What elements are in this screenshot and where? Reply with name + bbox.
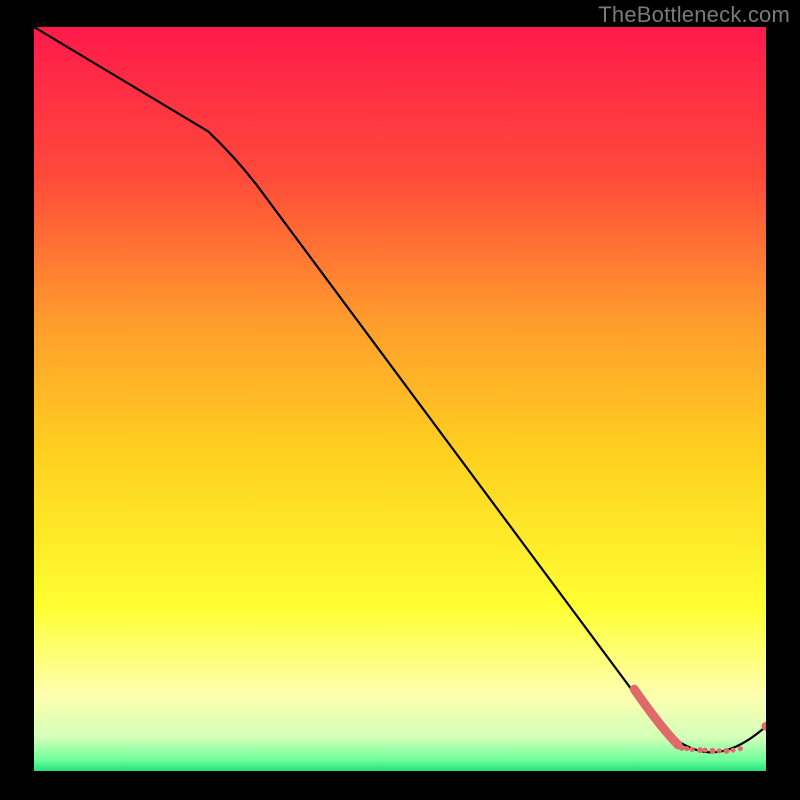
marker-dot	[703, 748, 708, 753]
marker-dot	[731, 748, 736, 753]
chart-svg	[34, 27, 766, 771]
marker-dot	[723, 748, 729, 754]
plot-area	[34, 27, 766, 771]
gradient-background	[34, 27, 766, 771]
marker-dot	[710, 748, 716, 754]
chart-frame: TheBottleneck.com	[0, 0, 800, 800]
marker-dot	[738, 746, 743, 751]
marker-dot	[679, 745, 685, 751]
marker-dot	[697, 747, 703, 753]
marker-dot	[690, 747, 695, 752]
marker-dot	[717, 748, 722, 753]
watermark-text: TheBottleneck.com	[598, 2, 790, 28]
marker-dot	[684, 746, 689, 751]
